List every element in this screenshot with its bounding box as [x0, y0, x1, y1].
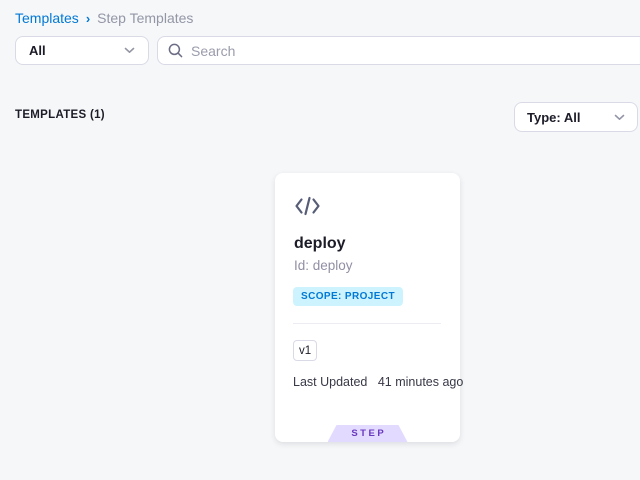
breadcrumb-separator-icon: ›	[86, 11, 90, 26]
step-templates-page: Templates › Step Templates All TEMPLATES…	[0, 0, 640, 480]
scope-filter-dropdown[interactable]: All	[15, 36, 149, 65]
type-filter-dropdown[interactable]: Type: All	[514, 102, 638, 132]
template-title: deploy	[294, 235, 346, 253]
chevron-down-icon	[614, 114, 625, 121]
templates-count-heading: TEMPLATES (1)	[15, 109, 105, 121]
scope-badge: SCOPE: PROJECT	[293, 287, 403, 306]
breadcrumb-step-templates: Step Templates	[97, 10, 193, 26]
scope-filter-value: All	[29, 43, 46, 58]
code-icon	[294, 196, 321, 216]
version-chip: v1	[293, 340, 317, 361]
search-icon	[168, 43, 183, 58]
breadcrumb: Templates › Step Templates	[15, 10, 193, 26]
search-input[interactable]	[191, 43, 640, 59]
last-updated-label: Last Updated	[293, 375, 367, 389]
card-divider	[293, 323, 441, 324]
template-card-deploy[interactable]: deploy Id: deploy SCOPE: PROJECT v1 Last…	[275, 173, 460, 442]
search-box[interactable]	[157, 36, 640, 65]
template-id: Id: deploy	[294, 258, 353, 273]
breadcrumb-templates-link[interactable]: Templates	[15, 10, 79, 26]
last-updated-value: 41 minutes ago	[378, 375, 463, 389]
last-updated: Last Updated 41 minutes ago	[293, 375, 463, 389]
type-filter-value: Type: All	[527, 110, 580, 125]
chevron-down-icon	[124, 47, 135, 54]
template-type-tag: STEP	[328, 425, 408, 442]
